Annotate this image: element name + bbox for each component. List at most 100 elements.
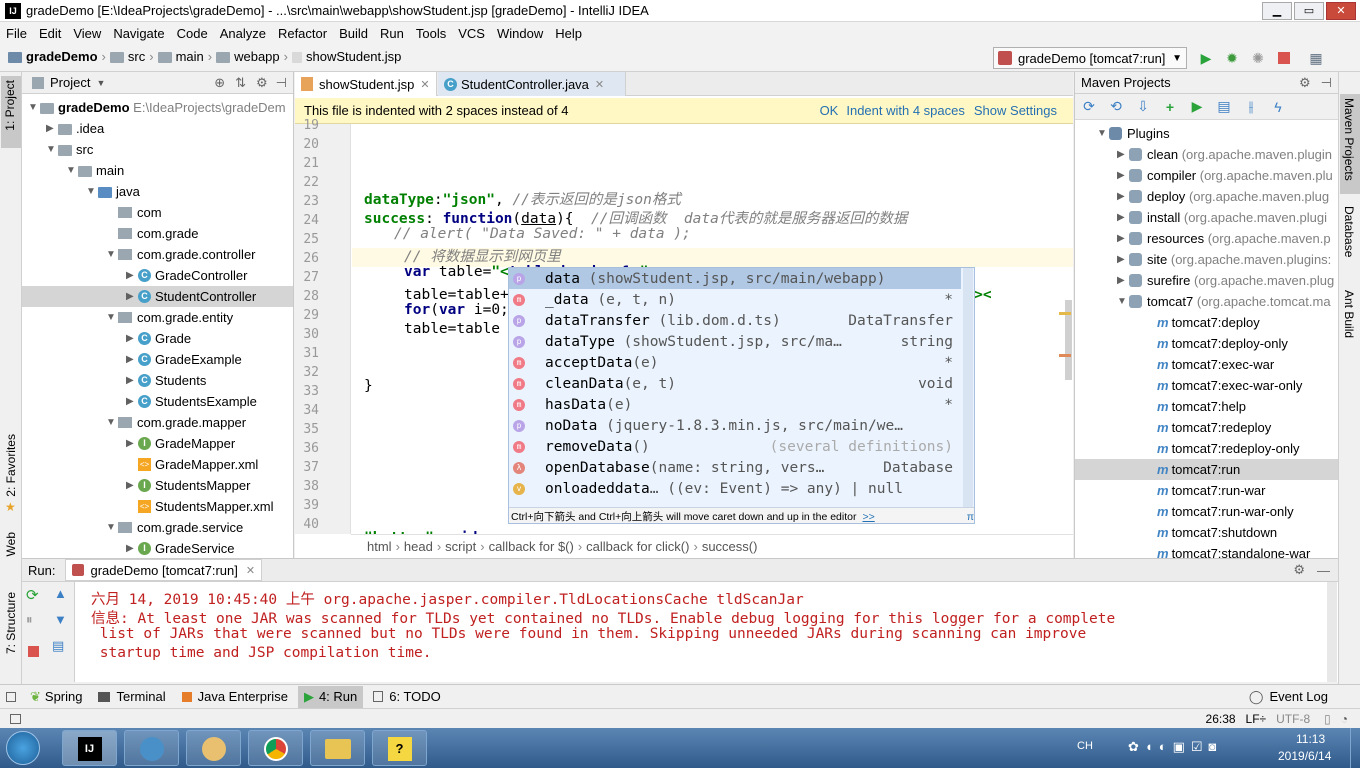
crumb-head[interactable]: head — [404, 539, 433, 554]
tree-item-class[interactable]: ▶ C Grade — [126, 328, 191, 349]
status-toggle-icon[interactable] — [10, 713, 21, 724]
download-icon[interactable]: ⇩ — [1133, 97, 1153, 117]
menu-build[interactable]: Build — [339, 26, 368, 41]
maven-plugin[interactable]: ▶ compiler (org.apache.maven.plu — [1117, 165, 1333, 186]
structure-tool-tab[interactable]: 7: Structure — [4, 592, 18, 654]
completion-hint-link[interactable]: >> — [862, 511, 874, 523]
maven-goal[interactable]: m tomcat7:run-war-only — [1157, 501, 1294, 522]
maven-goal[interactable]: m tomcat7:run-war — [1157, 480, 1265, 501]
completion-item[interactable]: p dataTransfer (lib.dom.d.ts) DataTransfer — [509, 310, 961, 331]
tool-event-log[interactable]: Event Log — [1269, 689, 1328, 704]
soft-wrap-icon[interactable]: ▤ — [52, 638, 64, 654]
tree-item-class[interactable]: ▶ C StudentsExample — [126, 391, 257, 412]
chevron-down-icon[interactable]: ▼ — [96, 78, 105, 88]
maven-goal[interactable]: m tomcat7:redeploy — [1157, 417, 1271, 438]
tree-item-package[interactable]: ▼ com.grade.entity — [106, 307, 233, 328]
tree-item-src[interactable]: ▼ src — [46, 139, 93, 160]
favorites-tool-tab[interactable]: 2: Favorites — [4, 434, 18, 497]
maven-plugin[interactable]: ▶ install (org.apache.maven.plugi — [1117, 207, 1327, 228]
maven-goal[interactable]: m tomcat7:deploy-only — [1157, 333, 1288, 354]
tree-item-package[interactable]: ▼ com.grade.service — [106, 517, 243, 538]
tab-studentcontroller[interactable]: C StudentController.java ✕ — [438, 72, 626, 96]
gear-icon[interactable]: ⚙ — [1299, 75, 1311, 91]
tool-run[interactable]: ▶ 4: Run — [297, 685, 364, 708]
completion-item-selected[interactable]: p data (showStudent.jsp, src/main/webapp) — [509, 268, 961, 289]
stop-icon[interactable] — [28, 646, 39, 657]
pause-icon[interactable]: ⏸ — [26, 612, 33, 628]
tree-item-interface[interactable]: ▶ I GradeMapper — [126, 433, 235, 454]
line-separator[interactable]: LF÷ — [1246, 712, 1267, 726]
run-tab[interactable]: gradeDemo [tomcat7:run] ✕ — [65, 559, 263, 581]
skip-tests-icon[interactable]: ⫲ — [1241, 97, 1261, 117]
debug-icon[interactable]: ✹ — [1222, 48, 1242, 68]
error-stripe-mark[interactable] — [1059, 312, 1071, 315]
maven-plugins-node[interactable]: ▼ Plugins — [1097, 123, 1170, 144]
completion-item[interactable]: p dataType (showStudent.jsp, src/ma… strin… — [509, 331, 961, 352]
maximize-button[interactable]: ▭ — [1294, 2, 1324, 20]
maven-goal-selected[interactable]: m tomcat7:run — [1075, 459, 1338, 480]
coverage-icon[interactable]: ✺ — [1248, 48, 1268, 68]
toggle-offline-icon[interactable]: ▤ — [1214, 97, 1234, 117]
tree-item-xml[interactable]: <> StudentsMapper.xml — [138, 496, 274, 517]
crumb-click[interactable]: callback for click() — [586, 539, 689, 554]
maven-goal[interactable]: m tomcat7:deploy — [1157, 312, 1260, 333]
taskbar-paint[interactable] — [186, 730, 241, 766]
tray-icons[interactable]: ✿◖◐▣☑◙ — [1128, 739, 1222, 755]
tree-item-main[interactable]: ▼ main — [66, 160, 124, 181]
crumb-src[interactable]: src — [128, 49, 145, 64]
gear-icon[interactable]: ⚙ — [1293, 562, 1305, 578]
inspector-icon[interactable]: ◔ — [1341, 712, 1348, 726]
ant-build-tool-tab[interactable]: Ant Build — [1342, 290, 1356, 338]
generate-sources-icon[interactable]: ⟲ — [1106, 97, 1126, 117]
maven-plugin[interactable]: ▶ surefire (org.apache.maven.plug — [1117, 270, 1334, 291]
tool-java-enterprise[interactable]: Java Enterprise — [198, 689, 288, 704]
tree-item-class[interactable]: ▶ C GradeExample — [126, 349, 242, 370]
web-tool-tab[interactable]: Web — [4, 532, 18, 556]
crumb-file[interactable]: showStudent.jsp — [306, 49, 401, 64]
completion-item[interactable]: m hasData (e) * — [509, 394, 961, 415]
console-scrollbar[interactable] — [1327, 582, 1337, 682]
completion-item[interactable]: m _data (e, t, n) * — [509, 289, 961, 310]
completion-item[interactable]: λ openDatabase (name: string, vers… Databas… — [509, 457, 961, 478]
crumb-callback[interactable]: callback for $() — [489, 539, 574, 554]
menu-analyze[interactable]: Analyze — [220, 26, 266, 41]
reimport-icon[interactable]: ⟳ — [1079, 97, 1099, 117]
add-icon[interactable]: + — [1160, 97, 1180, 117]
lightning-icon[interactable]: ϟ — [1268, 97, 1288, 117]
error-stripe-mark[interactable] — [1059, 354, 1071, 357]
maven-goal[interactable]: m tomcat7:shutdown — [1157, 522, 1277, 543]
tree-item-idea[interactable]: ▶ .idea — [46, 118, 104, 139]
tool-spring[interactable]: Spring — [45, 689, 83, 704]
crumb-main[interactable]: main — [176, 49, 204, 64]
minimize-button[interactable]: ▁ — [1262, 2, 1292, 20]
project-view-select[interactable]: Project — [50, 75, 90, 90]
completion-item[interactable]: m acceptData (e) * — [509, 352, 961, 373]
taskbar-intellij[interactable]: IJ — [62, 730, 117, 766]
completion-scrollbar[interactable] — [963, 268, 973, 508]
tree-item-java[interactable]: ▼ java — [86, 181, 140, 202]
tree-item-class-selected[interactable]: ▶ C StudentController — [22, 286, 293, 307]
maven-goal[interactable]: m tomcat7:help — [1157, 396, 1246, 417]
tree-item-package[interactable]: com.grade — [118, 223, 198, 244]
show-settings-link[interactable]: Show Settings — [974, 103, 1057, 118]
menu-window[interactable]: Window — [497, 26, 543, 41]
show-desktop-button[interactable] — [1350, 728, 1360, 768]
menu-view[interactable]: View — [73, 26, 101, 41]
ok-link[interactable]: OK — [820, 103, 839, 118]
file-encoding[interactable]: UTF-8 — [1276, 712, 1310, 726]
stop-icon[interactable] — [1274, 48, 1294, 68]
menu-vcs[interactable]: VCS — [458, 26, 485, 41]
collapse-icon[interactable]: ⇅ — [235, 75, 246, 91]
menu-run[interactable]: Run — [380, 26, 404, 41]
completion-item[interactable]: m cleanData (e, t) void — [509, 373, 961, 394]
taskbar-explorer[interactable] — [310, 730, 365, 766]
tree-item-class[interactable]: ▶ C Students — [126, 370, 206, 391]
tree-item-package[interactable]: com — [118, 202, 162, 223]
maven-tool-tab[interactable]: Maven Projects — [1340, 94, 1360, 194]
taskbar-app-dolphin[interactable] — [124, 730, 179, 766]
tool-terminal[interactable]: Terminal — [116, 689, 165, 704]
console-output[interactable]: 六月 14, 2019 10:45:40 上午 org.apache.jaspe… — [75, 582, 1338, 682]
run-icon[interactable]: ▶ — [1187, 97, 1207, 117]
hide-panel-icon[interactable]: ⊣ — [276, 75, 287, 91]
menu-file[interactable]: File — [6, 26, 27, 41]
